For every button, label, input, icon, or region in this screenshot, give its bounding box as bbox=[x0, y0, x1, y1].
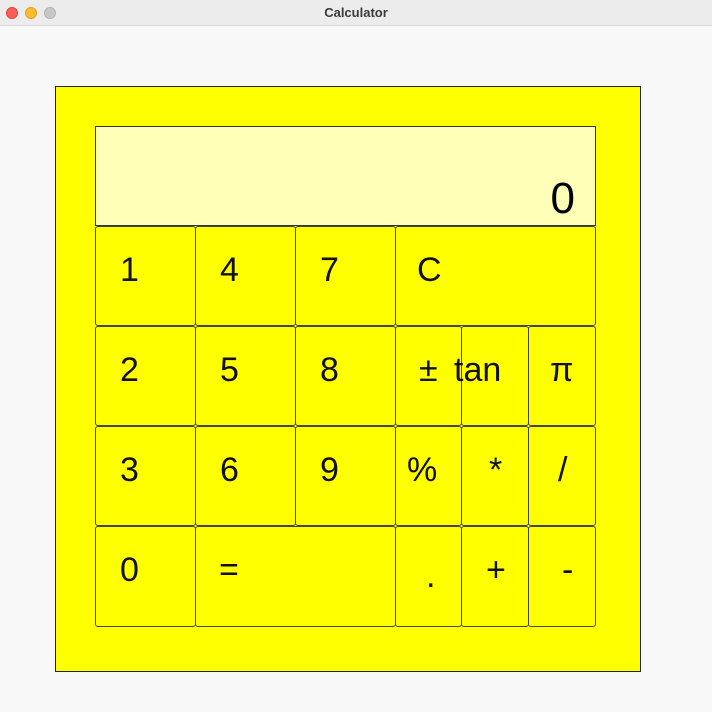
key-4-label: 4 bbox=[220, 251, 239, 289]
divide-label: / bbox=[558, 451, 568, 489]
add-label: + bbox=[486, 551, 506, 589]
key-2-label: 2 bbox=[120, 351, 139, 389]
clear-button-label: C bbox=[417, 251, 442, 289]
divide-button[interactable]: / bbox=[528, 426, 596, 526]
key-2[interactable]: 2 bbox=[95, 326, 196, 426]
add-button[interactable]: + bbox=[461, 526, 529, 627]
display-value: 0 bbox=[550, 173, 575, 223]
key-6[interactable]: 6 bbox=[195, 426, 296, 526]
key-7-label: 7 bbox=[320, 251, 339, 289]
percent-button[interactable]: % bbox=[395, 426, 462, 526]
subtract-label: - bbox=[562, 551, 574, 589]
equals-button[interactable]: = bbox=[195, 526, 396, 627]
plus-minus-label: ± bbox=[419, 351, 438, 389]
key-3[interactable]: 3 bbox=[95, 426, 196, 526]
pi-label: π bbox=[550, 351, 574, 389]
key-0[interactable]: 0 bbox=[95, 526, 196, 627]
plus-minus-button[interactable]: ± bbox=[395, 326, 462, 426]
multiply-label: * bbox=[489, 451, 503, 489]
key-9[interactable]: 9 bbox=[295, 426, 396, 526]
title-bar: Calculator bbox=[0, 0, 712, 26]
clear-button[interactable]: C bbox=[395, 226, 596, 326]
decimal-label: . bbox=[426, 557, 436, 595]
key-5-label: 5 bbox=[220, 351, 239, 389]
key-8[interactable]: 8 bbox=[295, 326, 396, 426]
key-1-label: 1 bbox=[120, 251, 139, 289]
tan-label: tan bbox=[454, 351, 502, 389]
multiply-button[interactable]: * bbox=[461, 426, 529, 526]
key-0-label: 0 bbox=[120, 551, 139, 589]
equals-label: = bbox=[219, 551, 239, 589]
key-3-label: 3 bbox=[120, 451, 139, 489]
decimal-button[interactable]: . bbox=[395, 526, 462, 627]
percent-label: % bbox=[407, 451, 438, 489]
key-7[interactable]: 7 bbox=[295, 226, 396, 326]
pi-button[interactable]: π bbox=[528, 326, 596, 426]
key-4[interactable]: 4 bbox=[195, 226, 296, 326]
subtract-button[interactable]: - bbox=[528, 526, 596, 627]
display: 0 bbox=[95, 126, 596, 226]
key-6-label: 6 bbox=[220, 451, 239, 489]
key-9-label: 9 bbox=[320, 451, 339, 489]
key-8-label: 8 bbox=[320, 351, 339, 389]
window-title: Calculator bbox=[324, 5, 388, 20]
tan-button[interactable]: tan bbox=[454, 326, 529, 426]
key-5[interactable]: 5 bbox=[195, 326, 296, 426]
key-1[interactable]: 1 bbox=[95, 226, 196, 326]
